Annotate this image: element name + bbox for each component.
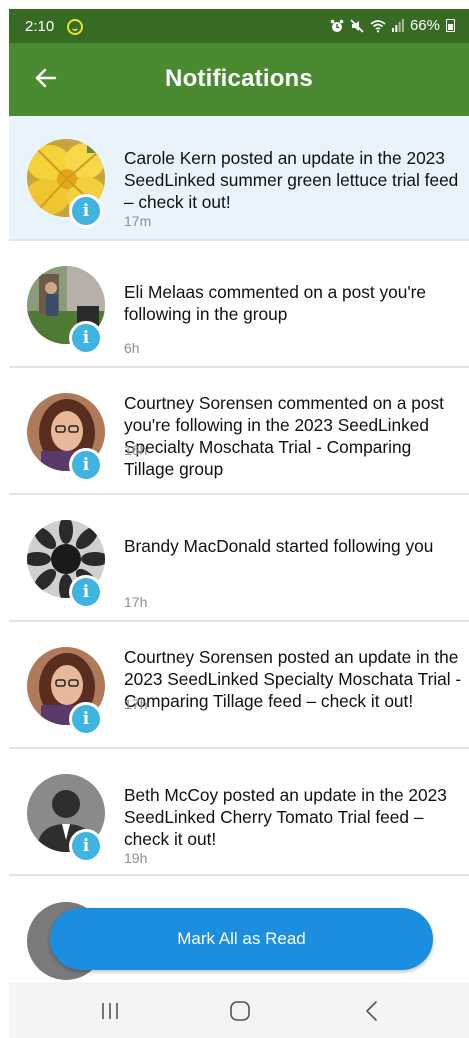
info-icon: i (69, 829, 103, 863)
notification-item[interactable]: i Beth McCoy posted an update in the 202… (9, 751, 469, 876)
system-nav-bar (9, 982, 469, 1038)
battery-icon (446, 19, 455, 32)
notification-item[interactable]: i Carole Kern posted an update in the 20… (9, 116, 469, 241)
notification-time: 17m (124, 213, 152, 229)
info-icon: i (69, 448, 103, 482)
notification-time: 17h (124, 696, 148, 712)
back-nav-icon[interactable] (357, 998, 387, 1024)
notification-item[interactable]: i Brandy MacDonald started following you… (9, 497, 469, 622)
notification-time: 17h (124, 594, 148, 610)
notification-time: 6h (124, 340, 140, 356)
mute-icon (350, 18, 364, 33)
notification-text: Beth McCoy posted an update in the 2023 … (124, 785, 447, 849)
notification-text: Courtney Sorensen posted an update in th… (124, 647, 462, 711)
app-notification-icon (67, 19, 83, 35)
wifi-icon (370, 19, 386, 32)
status-time: 2:10 (25, 18, 55, 35)
notification-item[interactable]: i Courtney Sorensen posted an update in … (9, 624, 469, 749)
recent-apps-icon[interactable] (95, 998, 125, 1024)
info-icon: i (69, 321, 103, 355)
avatar: i (23, 516, 109, 609)
app-bar: Notifications (9, 43, 469, 116)
notification-text: Courtney Sorensen commented on a post yo… (124, 393, 444, 479)
phone-screen: 2:10 66% Notifications i Carole Kern pos… (9, 9, 469, 1038)
status-icons: 66% (330, 17, 455, 34)
notification-time: 16h (124, 442, 148, 458)
status-bar: 2:10 66% (9, 9, 469, 43)
mark-all-read-button[interactable]: Mark All as Read (50, 908, 433, 970)
avatar: i (25, 139, 107, 228)
alarm-icon (330, 19, 344, 32)
home-icon[interactable] (225, 998, 255, 1024)
notification-text: Eli Melaas commented on a post you're fo… (124, 282, 427, 324)
notification-text: Brandy MacDonald started following you (124, 536, 434, 556)
notification-item[interactable]: i Eli Melaas commented on a post you're … (9, 243, 469, 368)
info-icon: i (69, 575, 103, 609)
avatar: i (27, 774, 105, 863)
notification-time: 19h (124, 850, 148, 866)
info-icon: i (69, 194, 103, 228)
page-title: Notifications (165, 65, 313, 92)
notification-item[interactable]: i Courtney Sorensen commented on a post … (9, 370, 469, 495)
avatar: i (27, 393, 105, 482)
info-icon: i (69, 702, 103, 736)
notification-text: Carole Kern posted an update in the 2023… (124, 148, 459, 212)
battery-percent: 66% (409, 17, 440, 34)
avatar: i (27, 266, 105, 355)
avatar: i (27, 647, 105, 736)
signal-icon (391, 19, 404, 32)
